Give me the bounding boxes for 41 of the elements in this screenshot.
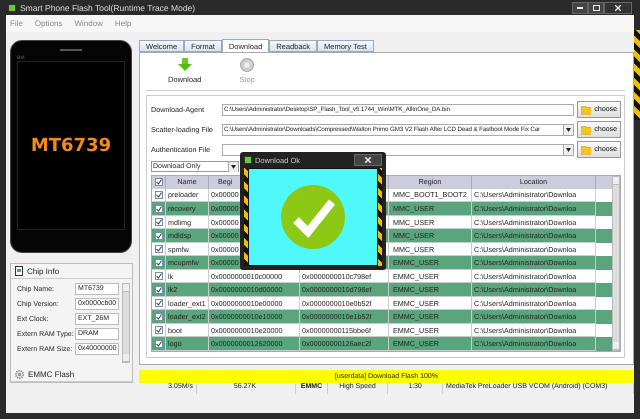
file-path-field[interactable] — [222, 144, 574, 156]
window-title: Smart Phone Flash Tool(Runtime Trace Mode) — [20, 2, 196, 12]
folder-icon — [581, 144, 592, 154]
maximize-button[interactable] — [588, 2, 604, 14]
dropdown-arrow-icon — [566, 128, 571, 132]
panel-title: Chip Info — [27, 266, 60, 276]
app-icon — [244, 156, 252, 164]
checkbox[interactable] — [154, 340, 162, 348]
checkbox[interactable] — [154, 218, 162, 226]
folder-icon — [581, 104, 592, 114]
checkbox[interactable] — [154, 178, 162, 186]
dropdown-arrow-icon — [566, 148, 571, 152]
checkbox[interactable] — [154, 326, 162, 334]
app-icon — [8, 4, 16, 12]
close-button[interactable] — [354, 154, 382, 166]
maximize-icon — [592, 4, 600, 10]
chip-icon — [15, 266, 23, 276]
checkbox[interactable] — [154, 245, 162, 254]
scrollbar[interactable] — [612, 176, 620, 351]
chip-model-label: MT6739 — [30, 135, 112, 156]
panel-title: EMMC Flash — [28, 370, 74, 378]
download-arrow-icon — [178, 58, 192, 72]
minimize-icon — [577, 6, 583, 8]
checkbox[interactable] — [154, 204, 162, 212]
minimize-button[interactable] — [572, 2, 588, 14]
checkbox[interactable] — [154, 286, 162, 294]
close-icon — [365, 157, 371, 163]
checkbox[interactable] — [154, 190, 162, 199]
close-icon — [615, 4, 621, 10]
checkbox[interactable] — [154, 299, 162, 308]
gear-icon — [15, 370, 24, 378]
checkbox[interactable] — [154, 232, 162, 240]
folder-icon — [581, 124, 592, 134]
checkbox[interactable] — [154, 258, 162, 267]
close-button[interactable] — [604, 2, 632, 14]
check-mark-icon — [280, 184, 346, 250]
checkbox[interactable] — [154, 312, 162, 321]
checkbox[interactable] — [154, 272, 162, 280]
scrollbar[interactable] — [122, 283, 130, 363]
stop-icon — [240, 58, 254, 72]
dropdown-arrow-icon — [231, 164, 236, 168]
